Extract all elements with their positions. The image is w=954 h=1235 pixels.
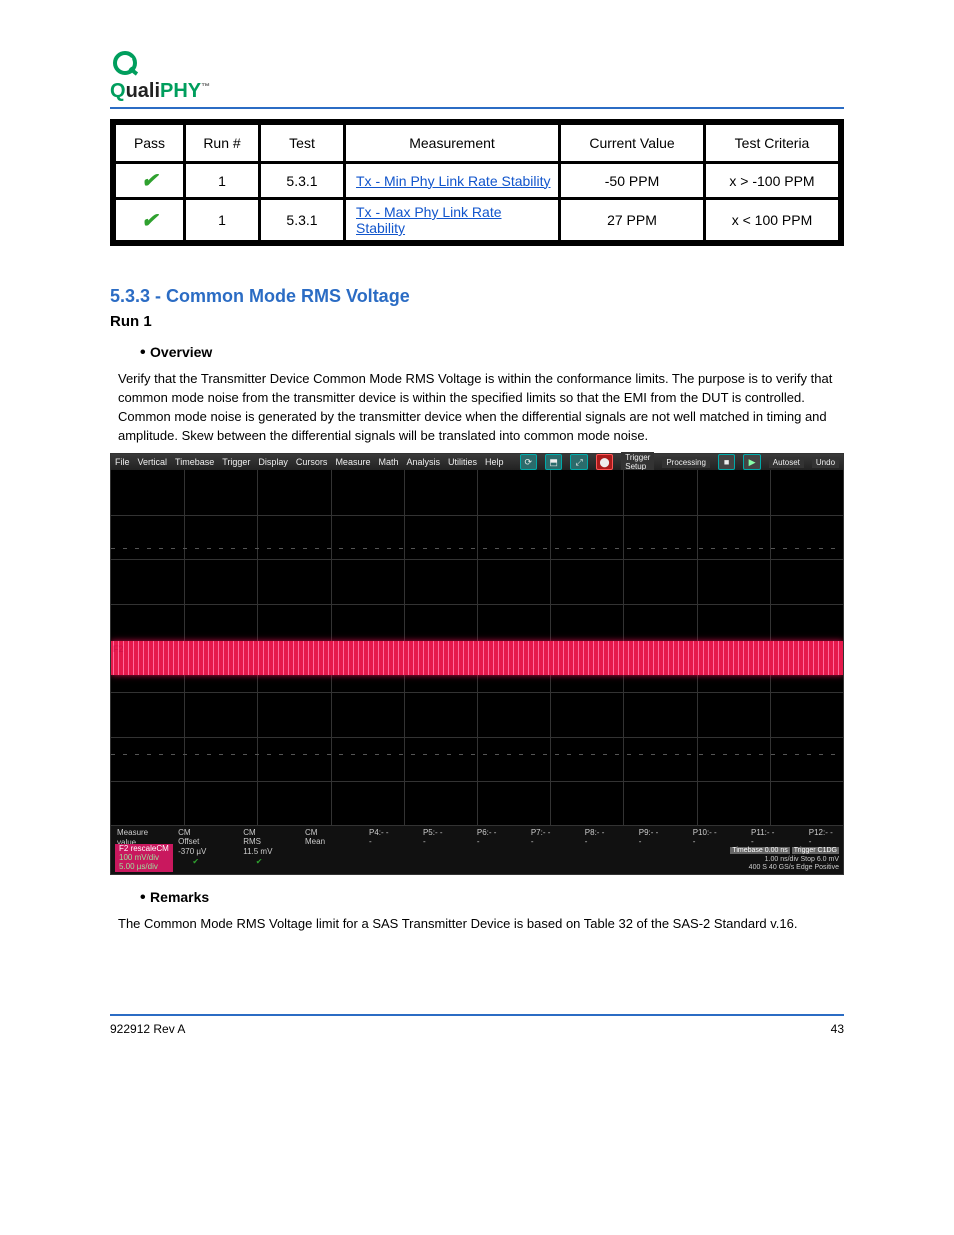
- menu-math[interactable]: Math: [378, 457, 398, 467]
- pass-check-icon: ✔: [141, 170, 158, 192]
- remarks-heading: Remarks: [140, 889, 844, 907]
- test-cell: 5.3.1: [260, 163, 345, 199]
- brand-name: QQualiPHYualiPHY™: [110, 80, 210, 103]
- col-run: Run #: [185, 124, 260, 163]
- table-row: ✔ 1 5.3.1 Tx - Max Phy Link Rate Stabili…: [115, 199, 840, 242]
- oscilloscope-panel: File Vertical Timebase Trigger Display C…: [110, 453, 844, 875]
- param-value: -370 µV: [178, 847, 213, 856]
- col-pass: Pass: [115, 124, 185, 163]
- timebase-info: Timebase 0.00 ns Trigger C1DG 1.00 ns/di…: [730, 847, 839, 872]
- status-check-icon: ✔: [178, 857, 213, 866]
- overview-text: Verify that the Transmitter Device Commo…: [118, 370, 844, 445]
- param-name: P10:- - -: [693, 828, 721, 846]
- measurement-link[interactable]: Tx - Max Phy Link Rate Stability: [356, 204, 502, 236]
- param-name: P9:- - -: [639, 828, 663, 846]
- menu-cursors[interactable]: Cursors: [296, 457, 328, 467]
- scope-menubar: File Vertical Timebase Trigger Display C…: [111, 454, 843, 470]
- toolbar-icon[interactable]: ⤢: [570, 454, 587, 470]
- waveform-trace: [111, 641, 843, 675]
- stop-icon[interactable]: ⬤: [596, 454, 613, 470]
- col-value: Current Value: [560, 124, 705, 163]
- menu-trigger[interactable]: Trigger: [222, 457, 250, 467]
- menu-file[interactable]: File: [115, 457, 130, 467]
- meas-row-label: Measure: [117, 828, 148, 837]
- play-icon[interactable]: ▶: [743, 454, 760, 470]
- toolbar-icon[interactable]: ⬒: [545, 454, 562, 470]
- param-value: 11.5 mV: [243, 847, 275, 856]
- menu-vertical[interactable]: Vertical: [138, 457, 168, 467]
- undo-button[interactable]: Undo: [812, 457, 839, 468]
- record-stop-icon[interactable]: ■: [718, 454, 735, 470]
- value-cell: 27 PPM: [560, 199, 705, 242]
- test-cell: 5.3.1: [260, 199, 345, 242]
- menu-timebase[interactable]: Timebase: [175, 457, 214, 467]
- channel-label: F2: [113, 644, 124, 654]
- col-criteria: Test Criteria: [705, 124, 840, 163]
- menu-utilities[interactable]: Utilities: [448, 457, 477, 467]
- results-table: Pass Run # Test Measurement Current Valu…: [110, 119, 844, 246]
- header-divider: [110, 107, 844, 109]
- measurement-readout: Measure value status CM Offset -370 µV ✔…: [111, 825, 843, 874]
- menu-display[interactable]: Display: [258, 457, 288, 467]
- param-name: P7:- - -: [531, 828, 555, 846]
- run-label: Run 1: [110, 313, 844, 330]
- footer-page-number: 43: [831, 1022, 844, 1036]
- criteria-cell: x > -100 PPM: [705, 163, 840, 199]
- menu-analysis[interactable]: Analysis: [406, 457, 440, 467]
- param-name: CM Offset: [178, 828, 213, 846]
- col-measurement: Measurement: [345, 124, 560, 163]
- page-footer: 922912 Rev A 43: [110, 1014, 844, 1036]
- measurement-link[interactable]: Tx - Min Phy Link Rate Stability: [356, 173, 551, 189]
- param-name: P5:- - -: [423, 828, 447, 846]
- menu-help[interactable]: Help: [485, 457, 504, 467]
- run-cell: 1: [185, 163, 260, 199]
- menu-measure[interactable]: Measure: [335, 457, 370, 467]
- remarks-text: The Common Mode RMS Voltage limit for a …: [118, 915, 844, 934]
- param-name: CM RMS: [243, 828, 275, 846]
- overview-heading: Overview: [140, 344, 844, 362]
- param-name: P4:- - -: [369, 828, 393, 846]
- col-test: Test: [260, 124, 345, 163]
- channel-chip[interactable]: F2 rescaleCM 100 mV/div 5.00 µs/div: [115, 844, 173, 872]
- criteria-cell: x < 100 PPM: [705, 199, 840, 242]
- footer-revision: 922912 Rev A: [110, 1022, 185, 1036]
- toolbar-icon[interactable]: ⟳: [520, 454, 537, 470]
- table-row: ✔ 1 5.3.1 Tx - Min Phy Link Rate Stabili…: [115, 163, 840, 199]
- param-name: P8:- - -: [585, 828, 609, 846]
- section-title: 5.3.3 - Common Mode RMS Voltage: [110, 286, 844, 307]
- param-name: P6:- - -: [477, 828, 501, 846]
- trigger-setup-button[interactable]: TriggerSetup: [621, 452, 654, 472]
- run-cell: 1: [185, 199, 260, 242]
- processing-button[interactable]: Processing: [662, 457, 710, 468]
- param-name: P12:- - -: [809, 828, 837, 846]
- waveform-display[interactable]: F2: [111, 470, 843, 825]
- value-cell: -50 PPM: [560, 163, 705, 199]
- param-name: CM Mean: [305, 828, 339, 846]
- autoset-button[interactable]: Autoset: [769, 457, 804, 468]
- qualiphy-logo-icon: [110, 50, 140, 80]
- brand-logo: QQualiPHYualiPHY™: [110, 50, 904, 103]
- param-name: P11:- - -: [751, 828, 779, 846]
- pass-check-icon: ✔: [141, 210, 158, 232]
- status-check-icon: ✔: [243, 857, 275, 866]
